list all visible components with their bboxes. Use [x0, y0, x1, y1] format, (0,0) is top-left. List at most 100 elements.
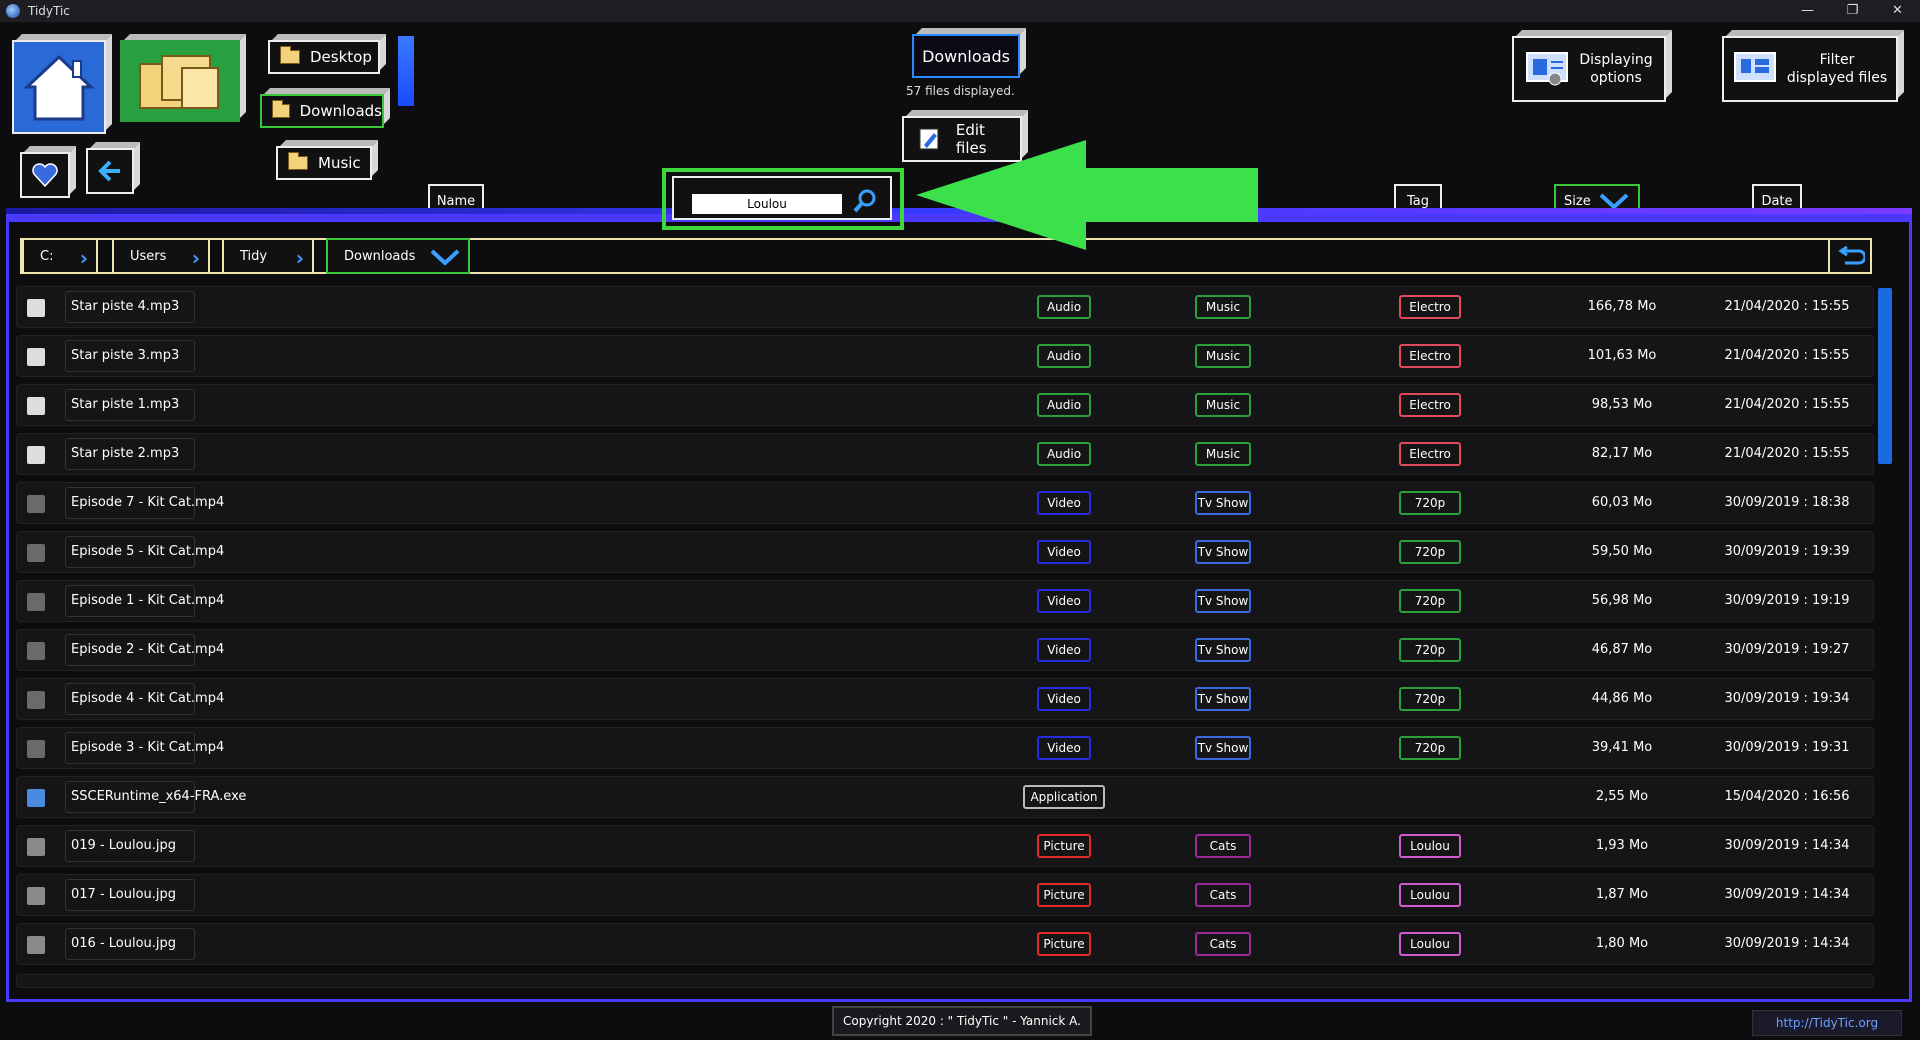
home-icon — [23, 54, 95, 121]
refresh-button[interactable] — [1828, 238, 1872, 274]
audio-file-icon — [27, 299, 45, 317]
back-button[interactable] — [86, 148, 134, 194]
displaying-options-line1: Displaying — [1579, 52, 1653, 68]
displaying-options-button[interactable]: Displaying options — [1512, 36, 1666, 102]
file-tag[interactable]: Picture — [1037, 883, 1091, 907]
file-tag[interactable]: Audio — [1037, 442, 1091, 466]
website-link[interactable]: http://TidyTic.org — [1752, 1010, 1902, 1036]
filter-files-button[interactable]: Filter displayed files — [1722, 36, 1898, 102]
quick-folders-scrollbar[interactable] — [398, 36, 414, 106]
breadcrumb-item-users[interactable]: Users › — [112, 238, 210, 274]
favorites-button[interactable] — [20, 152, 70, 198]
table-row[interactable]: Episode 4 - Kit Cat.mp4 Video Tv Show 720p 4… — [16, 678, 1874, 720]
file-tag[interactable]: Cats — [1195, 932, 1251, 956]
table-row[interactable]: Star piste 4.mp3 Audio Music Electro 166,78 … — [16, 286, 1874, 328]
file-name: Episode 3 - Kit Cat.mp4 — [71, 740, 225, 755]
file-tag[interactable]: Music — [1195, 344, 1251, 368]
file-tag[interactable]: Picture — [1037, 932, 1091, 956]
file-tag[interactable]: Electro — [1399, 393, 1461, 417]
file-tag[interactable]: Tv Show — [1195, 736, 1251, 760]
folder-icon — [288, 152, 308, 170]
file-tag[interactable]: Tv Show — [1195, 540, 1251, 564]
file-tag[interactable]: Video — [1037, 540, 1091, 564]
file-tag[interactable]: Tv Show — [1195, 687, 1251, 711]
display-options-icon — [1526, 52, 1569, 86]
minimize-button[interactable]: — — [1785, 0, 1830, 22]
file-tag[interactable]: Electro — [1399, 295, 1461, 319]
breadcrumb-label: Users — [130, 248, 167, 264]
file-date: 21/04/2020 : 15:55 — [1724, 446, 1850, 461]
file-tag[interactable]: Loulou — [1399, 883, 1461, 907]
file-tag[interactable]: Video — [1037, 589, 1091, 613]
file-tag[interactable]: Video — [1037, 638, 1091, 662]
file-size: 39,41 Mo — [1591, 740, 1653, 755]
documents-button[interactable] — [120, 40, 240, 122]
column-header-label: Date — [1761, 193, 1793, 209]
table-row[interactable]: Star piste 3.mp3 Audio Music Electro 101,63 … — [16, 335, 1874, 377]
close-button[interactable]: ✕ — [1875, 0, 1920, 22]
file-tag[interactable]: Music — [1195, 295, 1251, 319]
file-tag[interactable]: Electro — [1399, 344, 1461, 368]
breadcrumb-item-tidy[interactable]: Tidy › — [222, 238, 314, 274]
file-tag[interactable]: 720p — [1399, 736, 1461, 760]
file-tag[interactable]: Tv Show — [1195, 638, 1251, 662]
quick-folder-desktop[interactable]: Desktop — [268, 40, 380, 74]
table-row[interactable]: Episode 1 - Kit Cat.mp4 Video Tv Show 720p 5… — [16, 580, 1874, 622]
search-input[interactable] — [692, 194, 842, 214]
file-name: Episode 2 - Kit Cat.mp4 — [71, 642, 225, 657]
table-row[interactable]: Star piste 1.mp3 Audio Music Electro 98,53 M… — [16, 384, 1874, 426]
file-tag[interactable]: Tv Show — [1195, 491, 1251, 515]
file-tag[interactable]: Video — [1037, 736, 1091, 760]
search-icon[interactable] — [852, 188, 878, 214]
table-row[interactable]: Star piste 2.mp3 Audio Music Electro 82,17 M… — [16, 433, 1874, 475]
file-list-scroll-thumb[interactable] — [1878, 288, 1892, 464]
file-tag[interactable]: 720p — [1399, 687, 1461, 711]
restore-button[interactable]: ❐ — [1830, 0, 1875, 22]
file-date: 30/09/2019 : 18:38 — [1724, 495, 1850, 510]
file-tag[interactable]: Tv Show — [1195, 589, 1251, 613]
column-header-label: Name — [436, 193, 476, 209]
table-row[interactable]: 017 - Loulou.jpg Picture Cats Loulou 1,87 Mo… — [16, 874, 1874, 916]
file-tag[interactable]: Music — [1195, 393, 1251, 417]
documents-icon — [139, 55, 219, 109]
file-tag[interactable]: Loulou — [1399, 932, 1461, 956]
file-tag[interactable]: Video — [1037, 687, 1091, 711]
table-row[interactable]: Episode 2 - Kit Cat.mp4 Video Tv Show 720p 4… — [16, 629, 1874, 671]
table-row[interactable]: Episode 5 - Kit Cat.mp4 Video Tv Show 720p 5… — [16, 531, 1874, 573]
table-row[interactable]: 019 - Loulou.jpg Picture Cats Loulou 1,93 Mo… — [16, 825, 1874, 867]
file-date: 30/09/2019 : 14:34 — [1724, 838, 1850, 853]
file-tag[interactable]: 720p — [1399, 589, 1461, 613]
file-name: Episode 1 - Kit Cat.mp4 — [71, 593, 225, 608]
file-tag[interactable]: Picture — [1037, 834, 1091, 858]
quick-folder-downloads[interactable]: Downloads — [260, 94, 384, 128]
table-row[interactable]: Episode 7 - Kit Cat.mp4 Video Tv Show 720p 6… — [16, 482, 1874, 524]
file-tag[interactable]: 720p — [1399, 540, 1461, 564]
file-tag[interactable]: Audio — [1037, 344, 1091, 368]
file-date: 21/04/2020 : 15:55 — [1724, 299, 1850, 314]
file-tag[interactable]: 720p — [1399, 491, 1461, 515]
window-controls: — ❐ ✕ — [1785, 0, 1920, 22]
file-name: SSCERuntime_x64-FRA.exe — [71, 789, 247, 804]
file-tag[interactable]: Loulou — [1399, 834, 1461, 858]
file-size: 98,53 Mo — [1591, 397, 1653, 412]
file-tag[interactable]: Music — [1195, 442, 1251, 466]
file-tag[interactable]: Electro — [1399, 442, 1461, 466]
home-button[interactable] — [12, 40, 106, 134]
file-tag[interactable]: Cats — [1195, 834, 1251, 858]
filter-line1: Filter — [1819, 52, 1855, 68]
file-size: 82,17 Mo — [1591, 446, 1653, 461]
file-tag[interactable]: Application — [1023, 785, 1105, 809]
table-row[interactable]: Episode 3 - Kit Cat.mp4 Video Tv Show 720p 3… — [16, 727, 1874, 769]
file-tag[interactable]: Audio — [1037, 295, 1091, 319]
quick-folder-music[interactable]: Music — [276, 146, 372, 180]
file-size: 101,63 Mo — [1587, 348, 1657, 363]
file-tag[interactable]: Video — [1037, 491, 1091, 515]
file-tag[interactable]: Audio — [1037, 393, 1091, 417]
table-row[interactable]: SSCERuntime_x64-FRA.exe Application 2,55 M… — [16, 776, 1874, 818]
file-name: 019 - Loulou.jpg — [71, 838, 177, 853]
file-tag[interactable]: Cats — [1195, 883, 1251, 907]
file-tag[interactable]: 720p — [1399, 638, 1461, 662]
table-row[interactable]: 016 - Loulou.jpg Picture Cats Loulou 1,80 Mo… — [16, 923, 1874, 965]
breadcrumb-item-c[interactable]: C: › — [22, 238, 98, 274]
breadcrumb-item-downloads[interactable]: Downloads — [326, 238, 470, 274]
